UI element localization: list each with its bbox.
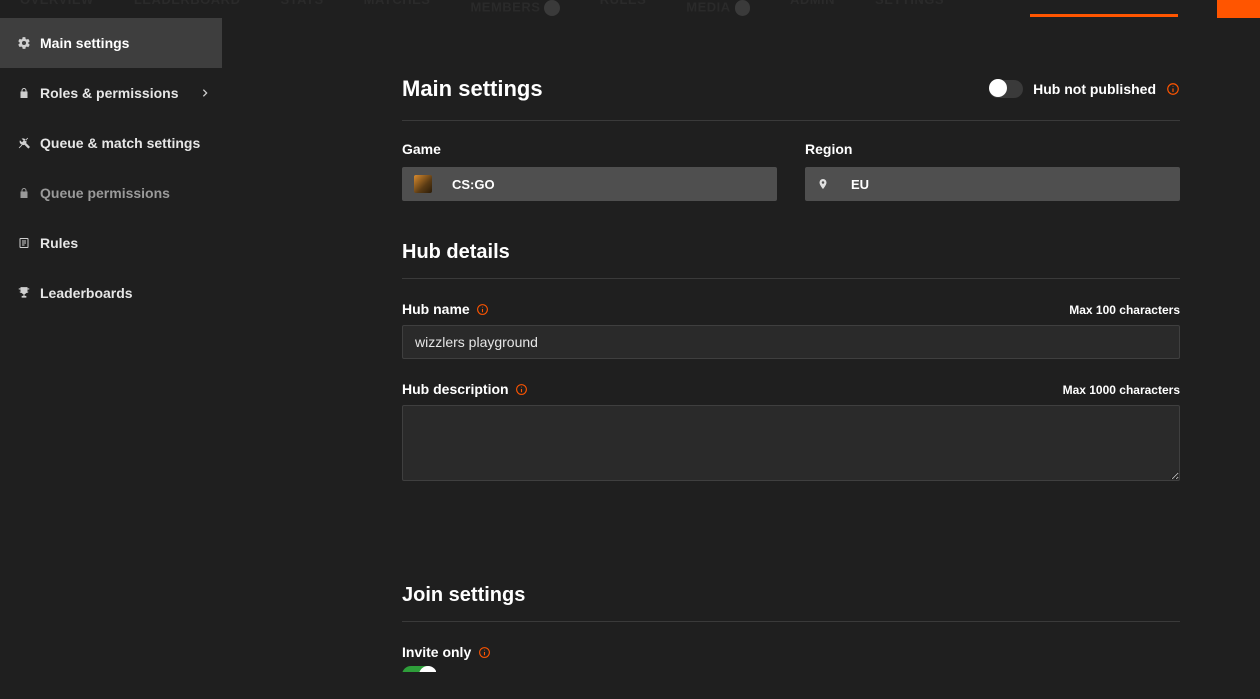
tab-admin[interactable]: ADMIN	[790, 0, 835, 18]
region-field-label: Region	[805, 141, 1180, 157]
info-icon[interactable]	[1166, 82, 1180, 96]
join-settings-title: Join settings	[402, 584, 1180, 622]
tab-rules-top[interactable]: RULES	[600, 0, 647, 18]
tab-members[interactable]: MEMBERS	[470, 0, 559, 18]
tab-overview[interactable]: OVERVIEW	[20, 0, 94, 18]
info-icon[interactable]	[477, 645, 491, 659]
map-pin-icon	[817, 176, 831, 192]
tab-active-indicator	[1030, 14, 1178, 17]
sidebar-item-label: Leaderboards	[40, 285, 133, 301]
sidebar-item-roles-permissions[interactable]: Roles & permissions	[0, 68, 222, 118]
hub-name-max-note: Max 100 characters	[1069, 303, 1180, 317]
info-icon[interactable]	[476, 302, 490, 316]
tab-matches[interactable]: MATCHES	[364, 0, 431, 18]
tab-settings[interactable]: SETTINGS	[875, 0, 944, 18]
trophy-icon	[16, 285, 32, 301]
game-select[interactable]: CS:GO	[402, 167, 777, 201]
sidebar: Main settings Roles & permissions Queue …	[0, 18, 222, 699]
main-content: Main settings Hub not published Game CS:…	[222, 18, 1260, 699]
invite-only-toggle[interactable]	[402, 666, 436, 672]
tools-icon	[16, 135, 32, 151]
hub-description-label: Hub description	[402, 381, 509, 397]
csgo-icon	[414, 175, 432, 193]
sidebar-item-rules[interactable]: Rules	[0, 218, 222, 268]
hub-name-input[interactable]	[402, 325, 1180, 359]
hub-description-max-note: Max 1000 characters	[1063, 383, 1180, 397]
sidebar-item-label: Rules	[40, 235, 78, 251]
sidebar-item-label: Queue & match settings	[40, 135, 200, 151]
tab-stats[interactable]: STATS	[280, 0, 323, 18]
info-icon[interactable]	[515, 382, 529, 396]
doc-icon	[16, 235, 32, 251]
game-field-label: Game	[402, 141, 777, 157]
top-nav: OVERVIEW LEADERBOARD STATS MATCHES MEMBE…	[0, 0, 1260, 18]
hub-name-label: Hub name	[402, 301, 470, 317]
invite-only-label: Invite only	[402, 644, 471, 660]
game-select-value: CS:GO	[452, 177, 495, 192]
hub-details-title: Hub details	[402, 241, 1180, 279]
sidebar-item-label: Main settings	[40, 35, 129, 51]
tab-leaderboard[interactable]: LEADERBOARD	[134, 0, 241, 18]
gear-icon	[16, 35, 32, 51]
tab-media[interactable]: MEDIA	[686, 0, 750, 18]
sidebar-item-main-settings[interactable]: Main settings	[0, 18, 222, 68]
publish-toggle-label: Hub not published	[1033, 81, 1156, 97]
hub-description-textarea[interactable]	[402, 405, 1180, 481]
sidebar-item-label: Queue permissions	[40, 185, 170, 201]
sidebar-item-label: Roles & permissions	[40, 85, 179, 101]
region-select-value: EU	[851, 177, 869, 192]
page-title: Main settings	[402, 76, 543, 102]
sidebar-item-queue-permissions[interactable]: Queue permissions	[0, 168, 222, 218]
lock-icon	[16, 85, 32, 101]
primary-action-button[interactable]	[1217, 0, 1260, 18]
sidebar-item-leaderboards[interactable]: Leaderboards	[0, 268, 222, 318]
lock-icon	[16, 185, 32, 201]
toggle-knob	[989, 79, 1007, 97]
region-select[interactable]: EU	[805, 167, 1180, 201]
publish-toggle[interactable]	[989, 80, 1023, 98]
sidebar-item-queue-match-settings[interactable]: Queue & match settings	[0, 118, 222, 168]
chevron-right-icon	[200, 87, 210, 99]
